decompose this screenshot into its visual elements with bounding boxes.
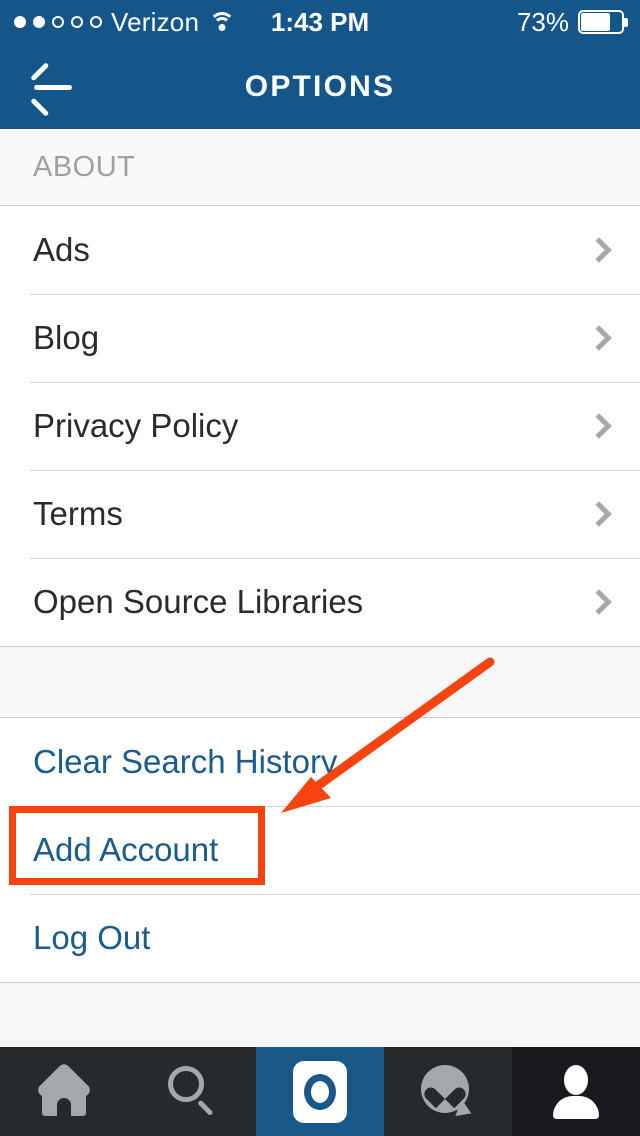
list-item-label: Clear Search History xyxy=(33,743,338,780)
navigation-bar: OPTIONS xyxy=(0,44,640,129)
page-title: OPTIONS xyxy=(244,69,396,103)
chevron-right-icon xyxy=(586,589,612,615)
list-item-label: Log Out xyxy=(33,919,151,956)
list-item-terms[interactable]: Terms xyxy=(0,470,640,558)
back-button[interactable] xyxy=(22,44,82,129)
search-icon xyxy=(166,1065,218,1118)
tab-profile[interactable] xyxy=(512,1047,640,1136)
battery-percent-label: 73% xyxy=(516,6,569,37)
camera-icon xyxy=(293,1060,347,1123)
heart-bubble-icon xyxy=(421,1064,475,1121)
list-item-privacy-policy[interactable]: Privacy Policy xyxy=(0,382,640,470)
tab-bar xyxy=(0,1047,640,1136)
section-header-label: ABOUT xyxy=(33,150,136,183)
list-footer-space xyxy=(0,982,640,1049)
tab-home[interactable] xyxy=(0,1047,128,1136)
status-bar: Verizon 1:43 PM 73% xyxy=(0,0,640,44)
chevron-right-icon xyxy=(586,325,612,351)
tab-activity[interactable] xyxy=(384,1047,512,1136)
status-bar-right: 73% xyxy=(517,7,628,38)
about-list: Ads Blog Privacy Policy Terms Open Sourc… xyxy=(0,206,640,646)
list-item-open-source-libraries[interactable]: Open Source Libraries xyxy=(0,558,640,646)
phone-screen: Verizon 1:43 PM 73% OPTIONS ABOUT Ads Bl… xyxy=(0,0,640,1136)
person-icon xyxy=(551,1064,601,1119)
list-item-log-out[interactable]: Log Out xyxy=(0,894,640,982)
list-item-label: Blog xyxy=(33,319,100,356)
chevron-right-icon xyxy=(586,413,612,439)
list-item-label: Add Account xyxy=(33,831,219,868)
tab-search[interactable] xyxy=(128,1047,256,1136)
list-item-add-account[interactable]: Add Account xyxy=(0,806,640,894)
list-item-ads[interactable]: Ads xyxy=(0,206,640,294)
list-item-blog[interactable]: Blog xyxy=(0,294,640,382)
battery-icon xyxy=(578,10,628,34)
section-header-about: ABOUT xyxy=(0,129,640,206)
chevron-right-icon xyxy=(586,501,612,527)
back-arrow-icon xyxy=(30,61,74,117)
chevron-right-icon xyxy=(586,237,612,263)
list-item-label: Terms xyxy=(33,495,123,532)
home-icon xyxy=(35,1061,93,1118)
tab-camera[interactable] xyxy=(256,1047,384,1136)
list-item-clear-search-history[interactable]: Clear Search History xyxy=(0,718,640,806)
list-item-label: Open Source Libraries xyxy=(33,583,364,620)
section-separator xyxy=(0,646,640,718)
settings-list[interactable]: ABOUT Ads Blog Privacy Policy Terms Open… xyxy=(0,129,640,1049)
list-item-label: Ads xyxy=(33,231,90,268)
list-item-label: Privacy Policy xyxy=(33,407,239,444)
account-actions-list: Clear Search History Add Account Log Out xyxy=(0,718,640,982)
